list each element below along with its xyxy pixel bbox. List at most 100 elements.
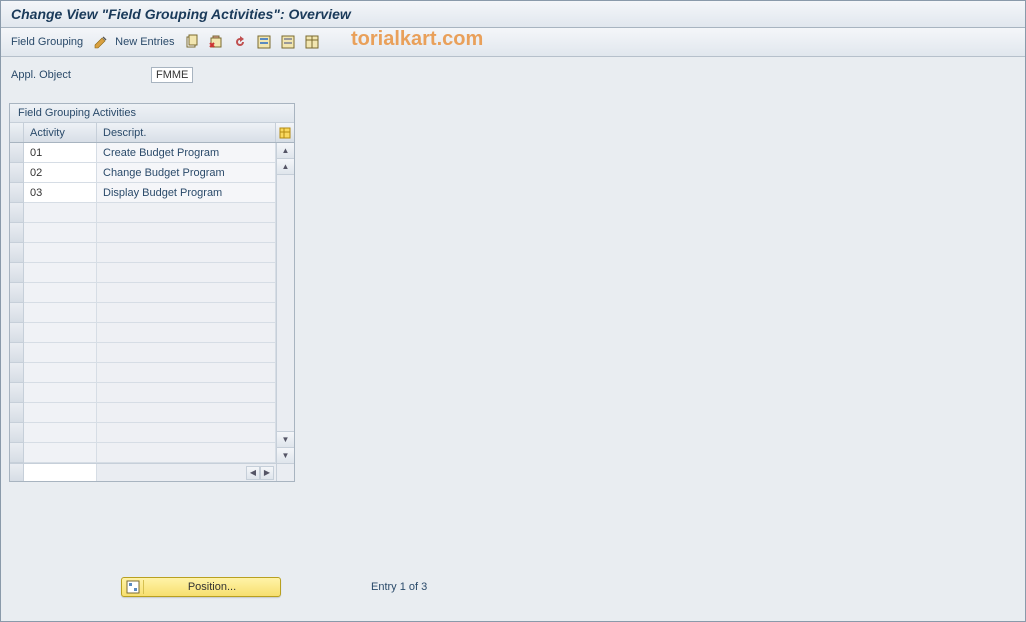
row-selector[interactable] [10,363,24,383]
row-selector[interactable] [10,223,24,243]
cell-description[interactable] [97,263,276,283]
horizontal-scrollbar[interactable]: ◀ ▶ [10,463,294,481]
scroll-down-icon[interactable]: ▼ [277,447,294,463]
cell-description[interactable] [97,323,276,343]
cell-description[interactable] [97,223,276,243]
cell-description[interactable] [97,243,276,263]
table-row[interactable]: 03Display Budget Program [10,183,276,203]
table-row[interactable] [10,223,276,243]
table-row[interactable] [10,443,276,463]
table-header-row: Activity Descript. [10,123,294,143]
cell-description[interactable]: Create Budget Program [97,143,276,163]
cell-activity[interactable] [24,263,97,283]
deselect-all-icon[interactable] [278,32,298,52]
select-all-column[interactable] [10,123,24,142]
table-row[interactable]: 01Create Budget Program [10,143,276,163]
cell-description[interactable] [97,203,276,223]
row-selector[interactable] [10,423,24,443]
position-button[interactable]: Position... [121,577,281,597]
scroll-up-step-icon[interactable]: ▲ [277,159,294,175]
scroll-track[interactable] [277,175,294,431]
row-selector[interactable] [10,183,24,203]
cell-description[interactable]: Change Budget Program [97,163,276,183]
table-title: Field Grouping Activities [10,104,294,123]
cell-description[interactable] [97,363,276,383]
cell-activity[interactable]: 01 [24,143,97,163]
cell-description[interactable] [97,423,276,443]
select-all-icon[interactable] [254,32,274,52]
table-row[interactable] [10,243,276,263]
cell-activity[interactable] [24,403,97,423]
appl-object-row: Appl. Object FMME [9,67,1017,83]
cell-activity[interactable] [24,383,97,403]
application-toolbar: Field Grouping New Entries torialkart.co… [1,28,1025,57]
cell-activity[interactable] [24,283,97,303]
field-grouping-button[interactable]: Field Grouping [11,36,83,48]
appl-object-label: Appl. Object [11,69,141,81]
row-selector[interactable] [10,403,24,423]
row-selector[interactable] [10,163,24,183]
table-row[interactable] [10,323,276,343]
cell-activity[interactable] [24,323,97,343]
appl-object-value: FMME [151,67,193,83]
cell-description[interactable] [97,403,276,423]
cell-description[interactable] [97,283,276,303]
table-row[interactable] [10,303,276,323]
row-selector[interactable] [10,263,24,283]
cell-description[interactable] [97,383,276,403]
table-settings-icon[interactable] [302,32,322,52]
page-title: Change View "Field Grouping Activities":… [1,1,1025,28]
row-selector[interactable] [10,343,24,363]
cell-activity[interactable] [24,443,97,463]
table-config-button[interactable] [276,123,294,142]
cell-description[interactable] [97,443,276,463]
row-selector[interactable] [10,443,24,463]
undo-icon[interactable] [230,32,250,52]
vertical-scrollbar[interactable]: ▲ ▲ ▼ ▼ [276,143,294,463]
scroll-down-step-icon[interactable]: ▼ [277,431,294,447]
table-row[interactable]: 02Change Budget Program [10,163,276,183]
cell-activity[interactable] [24,423,97,443]
table-row[interactable] [10,363,276,383]
position-icon [122,580,144,594]
cell-activity[interactable]: 03 [24,183,97,203]
cell-activity[interactable] [24,343,97,363]
watermark-text: torialkart.com [351,28,483,51]
footer-bar: Position... Entry 1 of 3 [121,577,427,597]
cell-activity[interactable] [24,243,97,263]
position-button-label: Position... [144,581,280,593]
cell-activity[interactable] [24,363,97,383]
row-selector[interactable] [10,303,24,323]
cell-description[interactable] [97,303,276,323]
cell-activity[interactable] [24,203,97,223]
content-area: Appl. Object FMME Field Grouping Activit… [1,57,1025,492]
row-selector[interactable] [10,203,24,223]
scroll-up-icon[interactable]: ▲ [277,143,294,159]
table-row[interactable] [10,403,276,423]
row-selector[interactable] [10,323,24,343]
table-row[interactable] [10,203,276,223]
scroll-right-icon[interactable]: ▶ [260,466,274,480]
row-selector[interactable] [10,383,24,403]
table-row[interactable] [10,423,276,443]
scroll-left-icon[interactable]: ◀ [246,466,260,480]
activities-table: Field Grouping Activities Activity Descr… [9,103,295,482]
delete-icon[interactable] [206,32,226,52]
column-activity[interactable]: Activity [24,123,97,142]
cell-description[interactable]: Display Budget Program [97,183,276,203]
table-row[interactable] [10,283,276,303]
new-entries-button[interactable]: New Entries [115,36,174,48]
row-selector[interactable] [10,243,24,263]
table-row[interactable] [10,343,276,363]
cell-activity[interactable] [24,223,97,243]
cell-activity[interactable] [24,303,97,323]
row-selector[interactable] [10,143,24,163]
cell-description[interactable] [97,343,276,363]
column-description[interactable]: Descript. [97,123,276,142]
table-row[interactable] [10,383,276,403]
copy-icon[interactable] [182,32,202,52]
row-selector[interactable] [10,283,24,303]
table-row[interactable] [10,263,276,283]
cell-activity[interactable]: 02 [24,163,97,183]
change-icon[interactable] [91,32,111,52]
